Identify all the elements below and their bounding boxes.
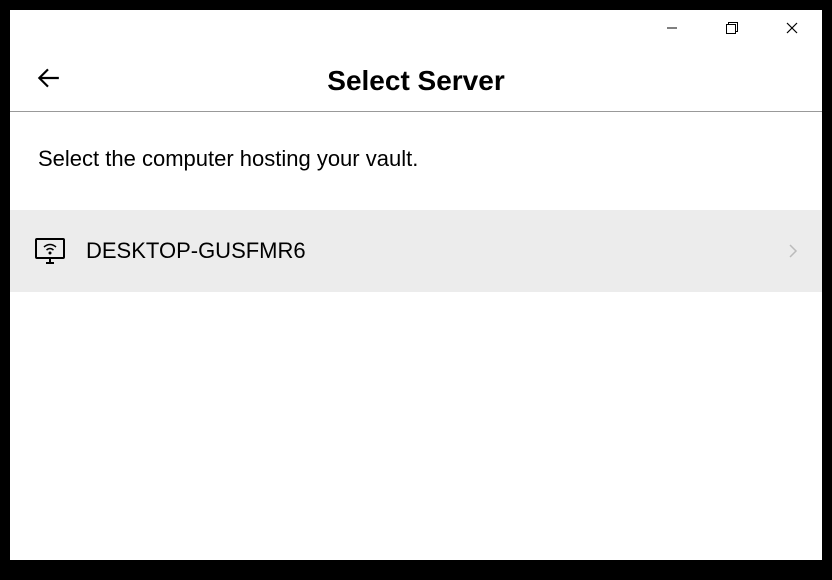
back-button[interactable] xyxy=(28,61,68,101)
server-item[interactable]: DESKTOP-GUSFMR6 xyxy=(10,210,822,292)
page-header: Select Server xyxy=(10,50,822,112)
server-name: DESKTOP-GUSFMR6 xyxy=(86,238,788,264)
minimize-button[interactable] xyxy=(642,10,702,50)
close-icon xyxy=(786,21,798,39)
app-window: Select Server Select the computer hostin… xyxy=(10,10,822,560)
page-title: Select Server xyxy=(327,65,504,97)
chevron-right-icon xyxy=(788,243,798,259)
computer-wifi-icon xyxy=(34,235,66,267)
maximize-icon xyxy=(726,21,738,39)
content-area: Select the computer hosting your vault. … xyxy=(10,112,822,560)
back-arrow-icon xyxy=(35,65,61,96)
close-button[interactable] xyxy=(762,10,822,50)
instruction-text: Select the computer hosting your vault. xyxy=(10,112,822,210)
maximize-button[interactable] xyxy=(702,10,762,50)
titlebar xyxy=(10,10,822,50)
minimize-icon xyxy=(666,21,678,39)
